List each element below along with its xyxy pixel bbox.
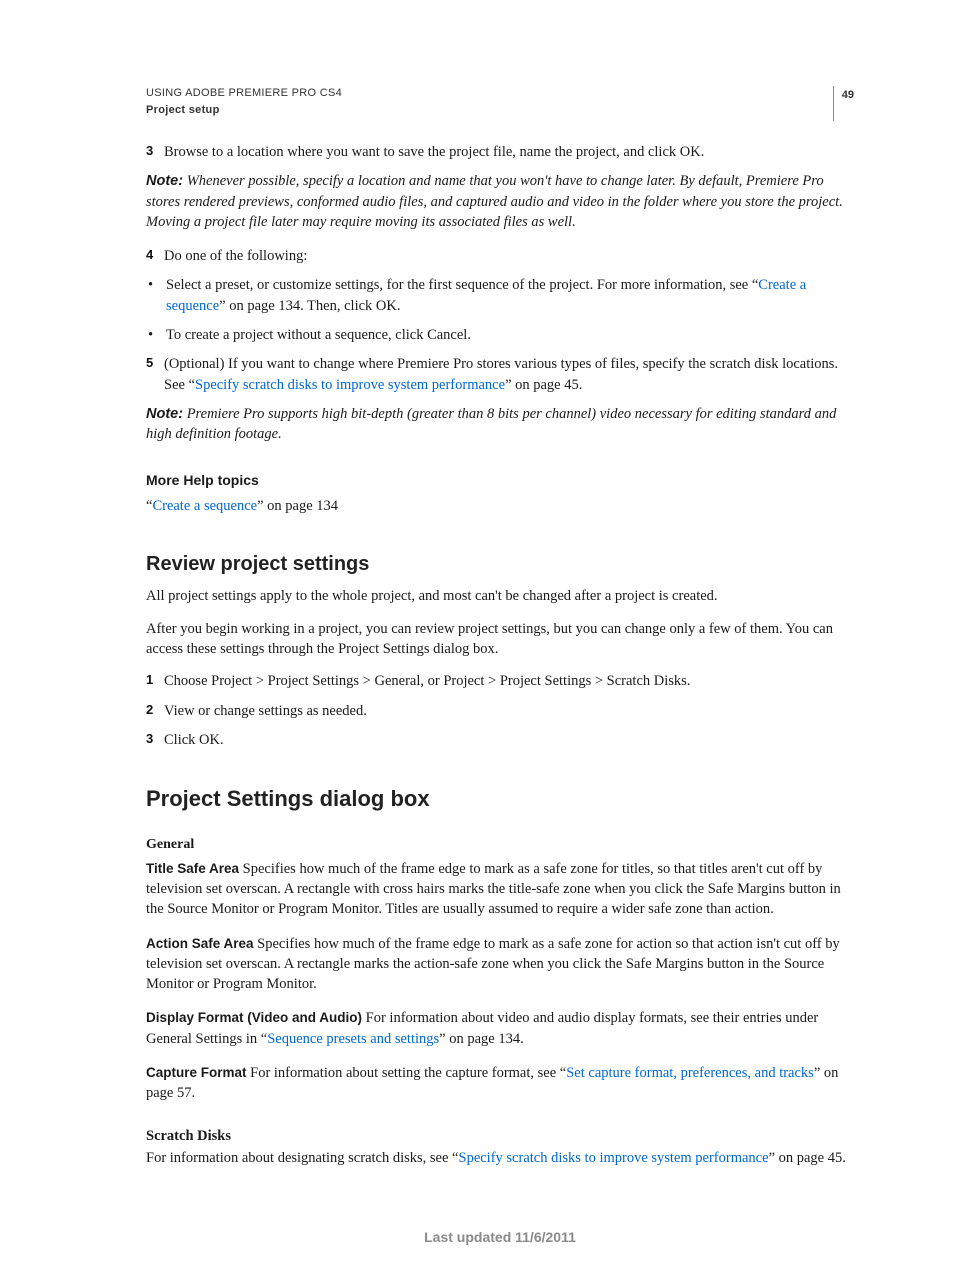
sub-heading-general: General <box>146 837 194 852</box>
bullet-text: To create a project without a sequence, … <box>166 325 854 345</box>
step-text: Choose Project > Project Settings > Gene… <box>164 671 854 691</box>
link-sequence-presets[interactable]: Sequence presets and settings <box>267 1031 439 1047</box>
page-number: 49 <box>833 86 854 121</box>
step-text: (Optional) If you want to change where P… <box>164 354 854 395</box>
text: ” on page 134 <box>257 498 338 514</box>
paragraph: After you begin working in a project, yo… <box>146 619 854 660</box>
step-text: Do one of the following: <box>164 246 854 266</box>
more-help-heading: More Help topics <box>146 471 854 491</box>
text: ” on page 134. Then, click OK. <box>219 298 400 314</box>
step-text: View or change settings as needed. <box>164 701 854 721</box>
step-row-2: 2 View or change settings as needed. <box>146 701 854 721</box>
runin-label: Display Format (Video and Audio) <box>146 1010 362 1025</box>
step-number: 3 <box>146 730 164 750</box>
link-specify-scratch-disks[interactable]: Specify scratch disks to improve system … <box>459 1150 769 1166</box>
paragraph: All project settings apply to the whole … <box>146 586 854 606</box>
definition-action-safe: Action Safe Area Specifies how much of t… <box>146 934 854 995</box>
bullet-text: Select a preset, or customize settings, … <box>166 275 854 316</box>
header-product: USING ADOBE PREMIERE PRO CS4 <box>146 86 342 101</box>
link-create-sequence[interactable]: Create a sequence <box>152 498 257 514</box>
bullet-dot: • <box>146 325 166 345</box>
runin-label: Capture Format <box>146 1065 247 1080</box>
step-number: 3 <box>146 142 164 162</box>
step-number: 2 <box>146 701 164 721</box>
step-number: 1 <box>146 671 164 691</box>
note-1: Note: Whenever possible, specify a locat… <box>146 171 854 232</box>
bullet-dot: • <box>146 275 166 316</box>
step-text: Click OK. <box>164 730 854 750</box>
heading-review-project-settings: Review project settings <box>146 550 854 578</box>
note-label: Note: <box>146 173 183 189</box>
runin-label: Action Safe Area <box>146 936 254 951</box>
step-row-1: 1 Choose Project > Project Settings > Ge… <box>146 671 854 691</box>
header-left: USING ADOBE PREMIERE PRO CS4 Project set… <box>146 86 342 119</box>
heading-project-settings-dialog: Project Settings dialog box <box>146 784 854 815</box>
step-row-3b: 3 Click OK. <box>146 730 854 750</box>
bullet-row: • Select a preset, or customize settings… <box>146 275 854 316</box>
page-content: 3 Browse to a location where you want to… <box>146 142 854 1248</box>
link-set-capture-format[interactable]: Set capture format, preferences, and tra… <box>566 1065 814 1081</box>
text: Specifies how much of the frame edge to … <box>146 861 841 918</box>
step-number: 4 <box>146 246 164 266</box>
step-row-4: 4 Do one of the following: <box>146 246 854 266</box>
text: Select a preset, or customize settings, … <box>166 277 758 293</box>
link-specify-scratch-disks[interactable]: Specify scratch disks to improve system … <box>195 377 505 393</box>
paragraph-scratch: For information about designating scratc… <box>146 1148 854 1168</box>
sub-heading-scratch-disks: Scratch Disks <box>146 1128 231 1144</box>
step-text: Browse to a location where you want to s… <box>164 142 854 162</box>
text: ” on page 45. <box>505 377 582 393</box>
definition-title-safe: Title Safe Area Specifies how much of th… <box>146 859 854 920</box>
step-row-3: 3 Browse to a location where you want to… <box>146 142 854 162</box>
footer-last-updated: Last updated 11/6/2011 <box>146 1228 854 1248</box>
step-number: 5 <box>146 354 164 395</box>
text: ” on page 45. <box>769 1150 846 1166</box>
text: For information about designating scratc… <box>146 1150 459 1166</box>
definition-display-format: Display Format (Video and Audio) For inf… <box>146 1008 854 1049</box>
page-header: USING ADOBE PREMIERE PRO CS4 Project set… <box>146 86 854 121</box>
runin-label: Title Safe Area <box>146 861 239 876</box>
text: For information about setting the captur… <box>247 1065 567 1081</box>
note-text: Premiere Pro supports high bit-depth (gr… <box>146 406 836 442</box>
step-row-5: 5 (Optional) If you want to change where… <box>146 354 854 395</box>
note-text: Whenever possible, specify a location an… <box>146 173 843 230</box>
note-2: Note: Premiere Pro supports high bit-dep… <box>146 404 854 445</box>
text: ” on page 134. <box>439 1031 524 1047</box>
note-label: Note: <box>146 406 183 422</box>
definition-capture-format: Capture Format For information about set… <box>146 1063 854 1104</box>
header-chapter: Project setup <box>146 103 342 118</box>
bullet-row: • To create a project without a sequence… <box>146 325 854 345</box>
more-help-item: “Create a sequence” on page 134 <box>146 496 854 516</box>
